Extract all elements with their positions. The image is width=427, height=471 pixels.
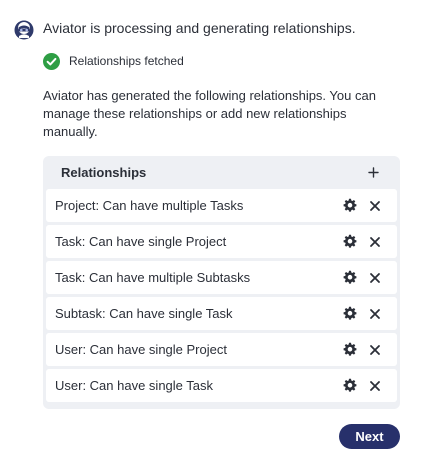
close-icon[interactable]	[369, 271, 381, 283]
gear-icon[interactable]	[343, 306, 357, 320]
gear-icon[interactable]	[343, 378, 357, 392]
relationship-label: User: Can have single Task	[55, 378, 214, 393]
relationships-panel: Relationships Project: Can have multiple…	[43, 156, 400, 409]
next-button[interactable]: Next	[339, 424, 400, 449]
check-circle-icon	[43, 52, 60, 70]
relationship-label: Project: Can have multiple Tasks	[55, 198, 244, 213]
relationships-header: Relationships	[43, 156, 400, 189]
gear-icon[interactable]	[343, 198, 357, 212]
relationship-label: Task: Can have single Project	[55, 234, 227, 249]
relationship-label: Task: Can have multiple Subtasks	[55, 270, 251, 285]
relationship-row: Subtask: Can have single Task	[46, 297, 397, 330]
close-icon[interactable]	[369, 379, 381, 391]
close-icon[interactable]	[369, 343, 381, 355]
close-icon[interactable]	[369, 199, 381, 211]
relationship-row: Project: Can have multiple Tasks	[46, 189, 397, 222]
relationship-row: Task: Can have single Project	[46, 225, 397, 258]
close-icon[interactable]	[369, 307, 381, 319]
plus-icon	[367, 166, 379, 178]
status-text: Relationships fetched	[69, 54, 184, 68]
relationships-list: Project: Can have multiple Tasks Task: C…	[46, 189, 397, 405]
status-row: Relationships fetched	[43, 52, 184, 70]
aviator-avatar-icon	[14, 20, 34, 40]
relationships-title: Relationships	[61, 165, 147, 180]
relationship-row: Task: Can have multiple Subtasks	[46, 261, 397, 294]
intro-text: Aviator has generated the following rela…	[43, 88, 376, 139]
relationship-row: User: Can have single Project	[46, 333, 397, 366]
gear-icon[interactable]	[343, 270, 357, 284]
gear-icon[interactable]	[343, 342, 357, 356]
relationship-label: User: Can have single Project	[55, 342, 227, 357]
add-relationship-button[interactable]	[363, 162, 383, 182]
gear-icon[interactable]	[343, 234, 357, 248]
close-icon[interactable]	[369, 235, 381, 247]
relationship-row: User: Can have single Task	[46, 369, 397, 402]
relationship-label: Subtask: Can have single Task	[55, 306, 233, 321]
processing-message: Aviator is processing and generating rel…	[43, 20, 356, 36]
